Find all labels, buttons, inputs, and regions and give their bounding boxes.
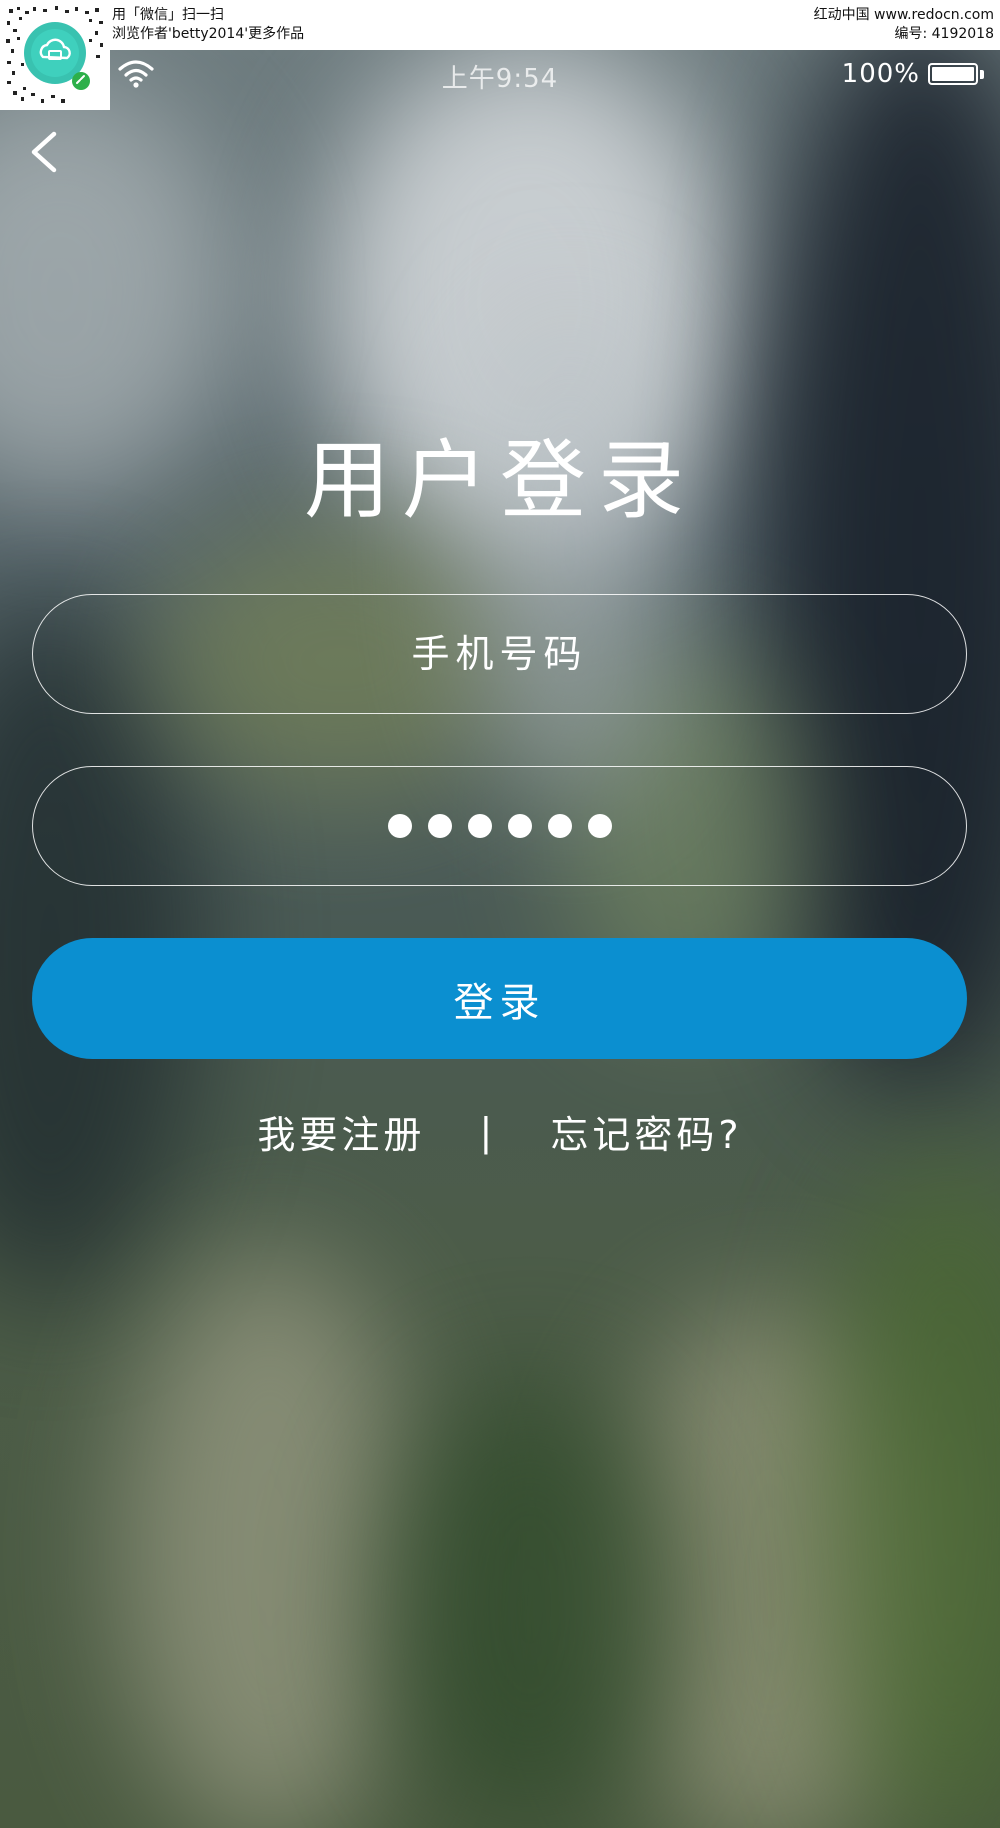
battery-indicator: 100% bbox=[842, 58, 984, 90]
chevron-left-icon bbox=[31, 131, 57, 173]
battery-tip bbox=[980, 69, 984, 79]
watermark-line1: 用「微信」扫一扫 bbox=[112, 7, 224, 23]
watermark-code: 编号: 4192018 bbox=[894, 26, 994, 42]
login-button[interactable]: 登录 bbox=[32, 938, 967, 1059]
password-dot bbox=[547, 814, 572, 838]
battery-percent: 100% bbox=[841, 59, 920, 89]
auth-links: 我要注册 | 忘记密码? bbox=[0, 1104, 1000, 1159]
watermark-bar: 用「微信」扫一扫 浏览作者'betty2014'更多作品 红动中国 www.re… bbox=[0, 0, 1000, 50]
qr-code-icon bbox=[3, 3, 107, 107]
password-dot bbox=[587, 814, 612, 838]
password-dot bbox=[387, 814, 412, 838]
password-mask bbox=[387, 814, 612, 838]
watermark-site-info: 红动中国 www.redocn.com 编号: 4192018 bbox=[814, 6, 994, 44]
forgot-password-link[interactable]: 忘记密码? bbox=[550, 1104, 742, 1159]
watermark-line2: 浏览作者'betty2014'更多作品 bbox=[112, 26, 305, 42]
link-separator: | bbox=[479, 1109, 497, 1154]
blurred-background bbox=[0, 0, 1000, 1828]
watermark-site: 红动中国 www.redocn.com bbox=[813, 7, 994, 23]
battery-fill bbox=[932, 67, 974, 81]
back-button[interactable] bbox=[24, 124, 68, 180]
watermark-caption: 用「微信」扫一扫 浏览作者'betty2014'更多作品 bbox=[112, 6, 304, 44]
register-link[interactable]: 我要注册 bbox=[257, 1104, 425, 1159]
password-field[interactable] bbox=[32, 766, 967, 886]
phone-field[interactable] bbox=[32, 594, 967, 714]
battery-icon bbox=[928, 63, 978, 85]
password-dot bbox=[507, 814, 532, 838]
page-title: 用户登录 bbox=[304, 431, 696, 531]
qr-code-box bbox=[0, 0, 110, 110]
password-dot bbox=[467, 814, 492, 838]
password-dot bbox=[427, 814, 452, 838]
phone-input[interactable] bbox=[33, 595, 966, 713]
